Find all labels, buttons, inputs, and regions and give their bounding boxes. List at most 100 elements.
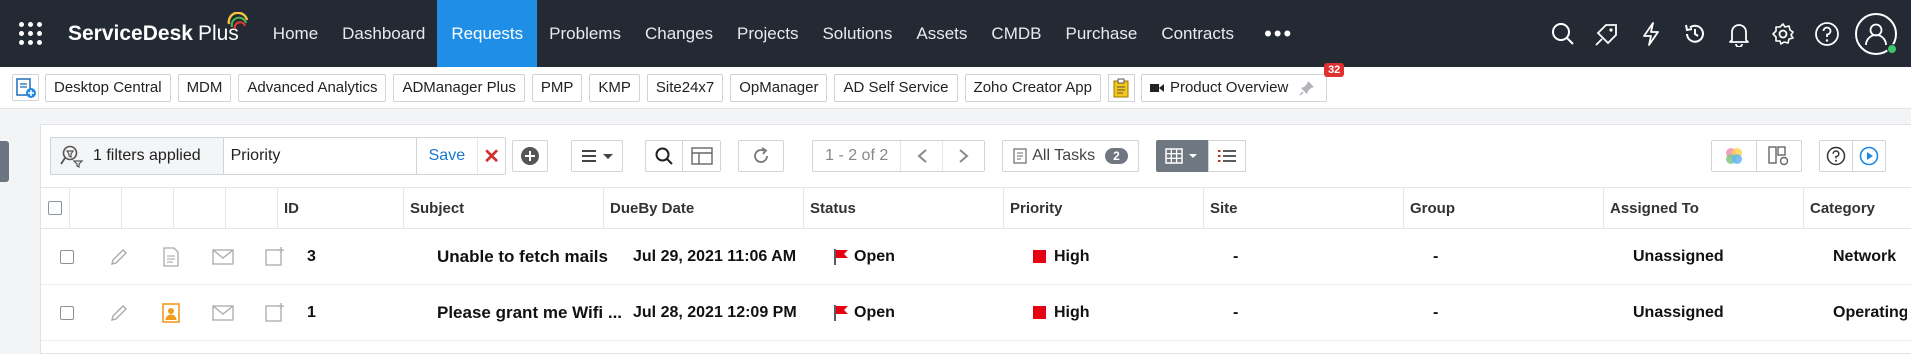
history-icon[interactable] xyxy=(1673,0,1717,67)
priority-color-swatch xyxy=(1033,250,1046,263)
add-task-icon[interactable] xyxy=(249,229,301,285)
notes-icon[interactable] xyxy=(145,229,197,285)
save-filter-button[interactable]: Save xyxy=(416,138,478,174)
cell-status[interactable]: Open xyxy=(827,285,1027,341)
edit-icon[interactable] xyxy=(93,229,145,285)
mail-icon[interactable] xyxy=(197,229,249,285)
magic-wand-icon[interactable] xyxy=(1585,0,1629,67)
nav-problems[interactable]: Problems xyxy=(537,0,633,67)
nav-purchase[interactable]: Purchase xyxy=(1053,0,1149,67)
nav-cmdb[interactable]: CMDB xyxy=(979,0,1053,67)
grid-view-button[interactable] xyxy=(1155,140,1208,172)
quick-link-admanager-plus[interactable]: ADManager Plus xyxy=(393,73,525,102)
table-row[interactable]: 1 Please grant me Wifi ... Jul 28, 2021 … xyxy=(41,285,1911,341)
notes-icon[interactable] xyxy=(1107,73,1135,102)
column-chooser-button[interactable] xyxy=(683,140,722,172)
all-tasks-button[interactable]: All Tasks 2 xyxy=(1002,140,1139,172)
cell-subject[interactable]: Please grant me Wifi ... xyxy=(427,285,627,341)
new-request-button[interactable] xyxy=(512,140,549,172)
column-header-priority[interactable]: Priority xyxy=(1003,187,1203,229)
previous-page-icon[interactable] xyxy=(900,141,942,171)
add-quick-link-icon[interactable] xyxy=(12,74,39,101)
mail-icon[interactable] xyxy=(197,285,249,341)
requester-notes-icon[interactable] xyxy=(145,285,197,341)
quick-link-kmp[interactable]: KMP xyxy=(589,73,640,102)
cell-priority[interactable]: High xyxy=(1027,229,1227,285)
column-header-category[interactable]: Category xyxy=(1803,187,1883,229)
list-view-button[interactable] xyxy=(1207,140,1246,172)
column-header-id[interactable]: ID xyxy=(277,187,403,229)
video-camera-icon xyxy=(1149,83,1164,92)
nav-solutions[interactable]: Solutions xyxy=(810,0,904,67)
cell-status[interactable]: Open xyxy=(827,229,1027,285)
help-button[interactable] xyxy=(1819,140,1853,172)
product-overview-label: Product Overview xyxy=(1169,79,1289,96)
quick-link-ad-self-service[interactable]: AD Self Service xyxy=(834,73,958,102)
filter-value-input[interactable] xyxy=(222,138,417,174)
add-task-icon[interactable] xyxy=(249,285,301,341)
column-header-dueby-date[interactable]: DueBy Date xyxy=(603,187,803,229)
list-toolbar: 1 filters applied Save ✕ 1 - 2 of 2 xyxy=(41,125,1911,187)
column-header-subject[interactable]: Subject xyxy=(403,187,603,229)
help-icon[interactable] xyxy=(1805,0,1849,67)
sidebar-collapse-handle[interactable] xyxy=(0,141,9,182)
nav-changes[interactable]: Changes xyxy=(633,0,725,67)
quick-link-zoho-creator-app[interactable]: Zoho Creator App xyxy=(964,73,1101,102)
row-checkbox[interactable] xyxy=(60,305,74,320)
quick-link-pmp[interactable]: PMP xyxy=(531,73,583,102)
search-list-button[interactable] xyxy=(645,140,684,172)
cell-priority[interactable]: High xyxy=(1027,285,1227,341)
nav-projects[interactable]: Projects xyxy=(725,0,810,67)
layout-settings-button[interactable] xyxy=(1756,140,1802,172)
nav-more-button[interactable]: ••• xyxy=(1246,0,1311,67)
cell-id[interactable]: 3 xyxy=(301,229,427,285)
nav-dashboard[interactable]: Dashboard xyxy=(330,0,437,67)
clear-filter-icon[interactable]: ✕ xyxy=(477,138,506,174)
list-view-icon xyxy=(1217,150,1236,162)
nav-contracts[interactable]: Contracts xyxy=(1149,0,1246,67)
filter-search-icon[interactable] xyxy=(51,144,93,168)
requests-list-panel: 1 filters applied Save ✕ 1 - 2 of 2 xyxy=(40,124,1911,354)
select-all-checkbox[interactable] xyxy=(48,201,62,215)
bell-icon[interactable] xyxy=(1717,0,1761,67)
gear-icon[interactable] xyxy=(1761,0,1805,67)
quick-link-desktop-central[interactable]: Desktop Central xyxy=(45,73,171,102)
cell-id[interactable]: 1 xyxy=(301,285,427,341)
column-header-assigned-to[interactable]: Assigned To xyxy=(1603,187,1803,229)
brand-logo[interactable]: ServiceDesk Plus xyxy=(68,0,248,67)
column-header-site[interactable]: Site xyxy=(1203,187,1403,229)
search-icon xyxy=(655,147,673,165)
quick-links-bar: Desktop Central MDM Advanced Analytics A… xyxy=(0,62,1911,109)
product-overview-link[interactable]: Product Overview 32 xyxy=(1140,62,1345,102)
quick-link-opmanager[interactable]: OpManager xyxy=(730,73,828,102)
play-tour-button[interactable] xyxy=(1852,140,1886,172)
cell-dueby-date: Jul 29, 2021 11:06 AM xyxy=(633,247,797,265)
nav-home[interactable]: Home xyxy=(261,0,330,67)
pin-icon[interactable] xyxy=(1296,80,1318,96)
actions-menu-button[interactable] xyxy=(571,140,624,172)
cell-assigned-to[interactable]: Unassigned xyxy=(1627,285,1827,341)
search-icon[interactable] xyxy=(1541,0,1585,67)
cell-assigned-to[interactable]: Unassigned xyxy=(1627,229,1827,285)
cell-category: Network xyxy=(1833,247,1897,265)
user-avatar[interactable] xyxy=(1855,12,1897,55)
nav-requests[interactable]: Requests xyxy=(437,0,538,67)
select-all-cell xyxy=(41,201,69,215)
quick-link-advanced-analytics[interactable]: Advanced Analytics xyxy=(238,73,387,102)
column-header-group[interactable]: Group xyxy=(1403,187,1603,229)
cell-subject[interactable]: Unable to fetch mails xyxy=(427,229,627,285)
next-page-icon[interactable] xyxy=(942,141,984,171)
refresh-button[interactable] xyxy=(738,140,785,172)
app-grid-icon[interactable] xyxy=(0,0,60,67)
quick-link-mdm[interactable]: MDM xyxy=(177,73,232,102)
refresh-icon xyxy=(754,147,768,163)
header-mail-col xyxy=(173,187,225,229)
lightning-icon[interactable] xyxy=(1629,0,1673,67)
row-checkbox[interactable] xyxy=(60,249,74,264)
nav-assets[interactable]: Assets xyxy=(904,0,979,67)
color-legend-button[interactable] xyxy=(1711,140,1757,172)
quick-link-site24x7[interactable]: Site24x7 xyxy=(646,73,724,102)
column-header-status[interactable]: Status xyxy=(803,187,1003,229)
edit-icon[interactable] xyxy=(93,285,145,341)
table-row[interactable]: 3 Unable to fetch mails Jul 29, 2021 11:… xyxy=(41,229,1911,285)
